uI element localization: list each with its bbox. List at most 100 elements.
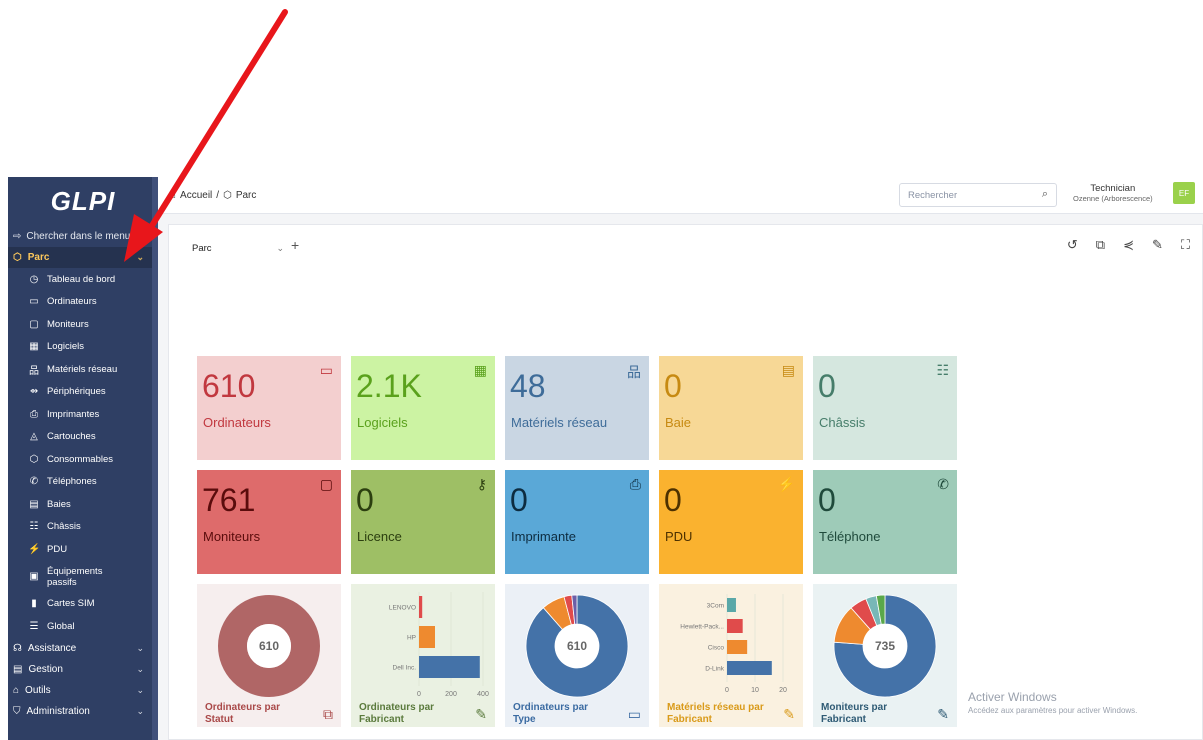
share-icon[interactable]: ⋞ [1123, 237, 1134, 253]
sidebar-section-label: Administration [26, 705, 90, 717]
breadcrumb-home[interactable]: Accueil [180, 190, 212, 201]
sidebar-item-phone[interactable]: ✆ Téléphones [8, 471, 158, 494]
dashboard-select[interactable]: Parc ⌄ [187, 237, 292, 259]
sidebar-section-label: Assistance [27, 642, 77, 654]
hierarchy-icon[interactable]: ⧉ [323, 706, 333, 723]
fullscreen-icon[interactable]: ⛶ [1181, 237, 1190, 253]
sidebar-section-outils[interactable]: ⌂ Outils ⌄ [8, 680, 158, 701]
chart-tile-4[interactable]: 735 Moniteurs par Fabricant ✎ [813, 584, 957, 727]
chart-tile-2[interactable]: 610 Ordinateurs par Type ▭ [505, 584, 649, 727]
droplet-icon: ◬ [30, 431, 38, 443]
tile-value: 48 [510, 368, 546, 404]
sidebar-item-monitor[interactable]: ▢ Moniteurs [8, 313, 158, 336]
sidebar-section-gestion[interactable]: ▤ Gestion ⌄ [8, 659, 158, 680]
phone-icon: ✆ [29, 476, 39, 488]
sidebar-section-parc[interactable]: ⬡ Parc ⌄ [8, 247, 158, 268]
donut-center-label: 735 [875, 639, 895, 653]
sidebar-item-plug[interactable]: ⚡ PDU [8, 538, 158, 561]
list-icon: ☰ [29, 620, 39, 632]
phone-icon: ✆ [937, 476, 949, 492]
avatar[interactable]: EF [1173, 182, 1195, 204]
usb-icon: ⇴ [29, 386, 39, 398]
sidebar-item-printer[interactable]: ⎙ Imprimantes [8, 403, 158, 426]
tile-label: Logiciels [357, 415, 408, 430]
breadcrumb: ⌂ Accueil / ⬡ Parc [170, 190, 256, 201]
sidebar-item-package[interactable]: ⬡ Consommables [8, 448, 158, 471]
tile-moniteurs[interactable]: 761 Moniteurs ▢ [197, 470, 341, 574]
edit-icon[interactable]: ✎ [783, 706, 795, 723]
sidebar-item-network[interactable]: 品 Matériels réseau [8, 358, 158, 381]
tile-label: Téléphone [819, 529, 881, 544]
sidebar-item-label: Logiciels [47, 341, 84, 353]
sidebar-item-usb[interactable]: ⇴ Périphériques [8, 381, 158, 404]
tile-imprimante[interactable]: 0 Imprimante ⎙ [505, 470, 649, 574]
tile-value: 0 [664, 482, 682, 518]
arrow-right-icon: ⇨ [13, 230, 22, 242]
sidebar-bottom-sections: ☊ Assistance ⌄ ▤ Gestion ⌄ ⌂ Outils ⌄ ⛉ Administra… [8, 638, 158, 722]
chart-title: Moniteurs par Fabricant [821, 702, 888, 725]
edit-icon[interactable]: ✎ [475, 706, 487, 723]
tile-value: 0 [356, 482, 374, 518]
sidebar-item-label: Global [47, 620, 75, 632]
package-icon: ⬡ [13, 252, 22, 263]
search-input[interactable]: Rechercher ⌕ [899, 183, 1057, 207]
category-label: Cisco [708, 645, 725, 652]
chart-tile-3[interactable]: 0 10 20 3Com Hewlett-Pack... Cisco D-Link Matér… [659, 584, 803, 727]
apps-add-icon: ▦ [473, 362, 487, 378]
sidebar-item-laptop[interactable]: ▭ Ordinateurs [8, 291, 158, 314]
shield-icon: ⛉ [13, 705, 21, 717]
tile-baie[interactable]: 0 Baie ▤ [659, 356, 803, 460]
tile-value: 0 [664, 368, 682, 404]
sidebar-scrollbar[interactable] [152, 177, 158, 740]
sidebar-item-dashboard[interactable]: ◷ Tableau de bord [8, 268, 158, 291]
sidebar-menu-search[interactable]: ⇨ Chercher dans le menu [8, 225, 158, 247]
category-label: D-Link [705, 666, 725, 673]
sidebar-item-passive[interactable]: ▣ Équipements passifs [8, 561, 158, 593]
sidebar-search-label: Chercher dans le menu [26, 230, 131, 242]
sidebar-item-chassis[interactable]: ☷ Châssis [8, 516, 158, 539]
history-icon[interactable]: ↺ [1067, 237, 1078, 253]
sidebar-section-label: Parc [27, 252, 50, 263]
breadcrumb-current[interactable]: Parc [236, 190, 257, 201]
bar [727, 661, 772, 675]
chevron-down-icon: ⌄ [136, 705, 144, 716]
breadcrumb-separator: / [216, 189, 220, 201]
chart-title: Ordinateurs par Statut [205, 702, 281, 725]
edit-icon[interactable]: ✎ [1152, 237, 1163, 253]
edit-icon[interactable]: ✎ [937, 706, 949, 723]
search-icon[interactable]: ⌕ [1042, 188, 1048, 201]
tile-châssis[interactable]: 0 Châssis ☷ [813, 356, 957, 460]
tile-logiciels[interactable]: 2.1K Logiciels ▦ [351, 356, 495, 460]
tile-pdu[interactable]: 0 PDU ⚡ [659, 470, 803, 574]
dashboard-card: Parc ⌄ + ↺ ⧉ ⋞ ✎ ⛶ 610 Ordinateurs ▭ 2.1K Lo… [168, 224, 1203, 740]
tile-matériels-réseau[interactable]: 48 Matériels réseau 品 [505, 356, 649, 460]
sidebar-item-list[interactable]: ☰ Global [8, 615, 158, 638]
chart-tile-1[interactable]: 0 200 400 LENOVO HP Dell Inc. Ordinateurs par … [351, 584, 495, 727]
user-menu[interactable]: Technician Ozenne (Arborescence) [1073, 183, 1153, 203]
tile-ordinateurs[interactable]: 610 Ordinateurs ▭ [197, 356, 341, 460]
glpi-logo[interactable]: GLPI [8, 177, 158, 225]
user-entity: Ozenne (Arborescence) [1073, 194, 1153, 203]
sidebar-item-droplet[interactable]: ◬ Cartouches [8, 426, 158, 449]
tile-label: Ordinateurs [203, 415, 271, 430]
copy-icon[interactable]: ⧉ [1096, 237, 1105, 253]
topbar: ⌂ Accueil / ⬡ Parc Rechercher ⌕ Technici… [158, 177, 1203, 214]
chevron-down-icon: ⌄ [136, 252, 144, 262]
add-dashboard-button[interactable]: + [291, 237, 299, 253]
watermark-title: Activer Windows [968, 690, 1057, 704]
chart-tile-0[interactable]: 610 Ordinateurs par Statut ⧉ [197, 584, 341, 727]
tile-licence[interactable]: 0 Licence ⚷ [351, 470, 495, 574]
sidebar-item-label: Moniteurs [47, 318, 89, 330]
laptop-icon[interactable]: ▭ [628, 706, 641, 723]
sidebar-item-apps[interactable]: ▦ Logiciels [8, 336, 158, 359]
printer-icon: ⎙ [30, 408, 38, 420]
sidebar-item-sim[interactable]: ▮ Cartes SIM [8, 593, 158, 616]
sidebar-item-server[interactable]: ▤ Baies [8, 493, 158, 516]
bar [419, 596, 423, 618]
chevron-down-icon: ⌄ [136, 663, 144, 674]
tile-téléphone[interactable]: 0 Téléphone ✆ [813, 470, 957, 574]
sidebar-section-administration[interactable]: ⛉ Administration ⌄ [8, 701, 158, 722]
donut-center-label: 610 [567, 639, 587, 653]
sidebar-section-assistance[interactable]: ☊ Assistance ⌄ [8, 638, 158, 659]
bar [419, 626, 435, 648]
